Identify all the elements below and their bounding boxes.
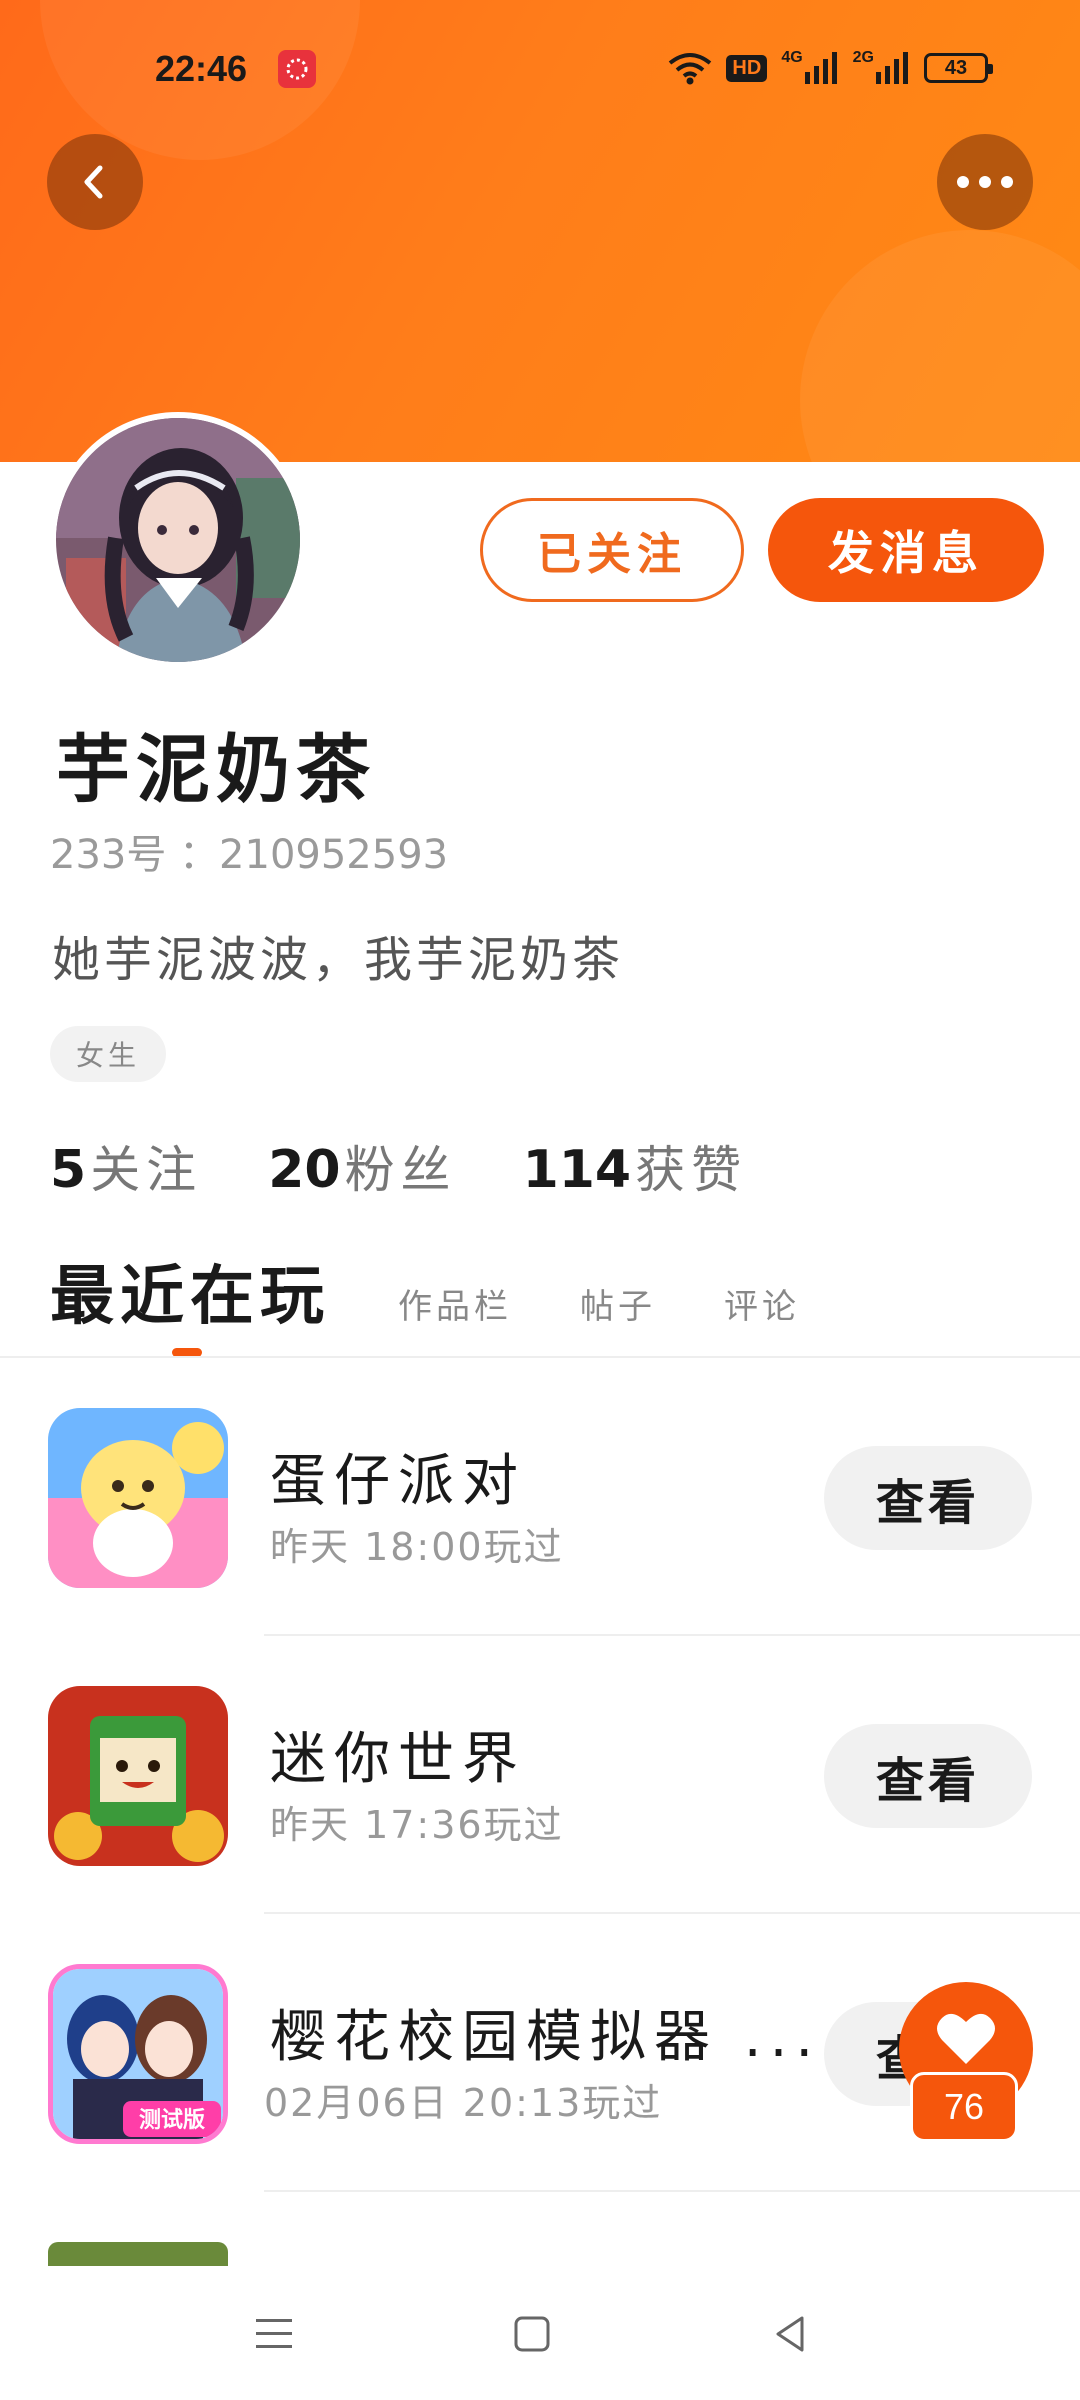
gender-tag: 女生 (50, 1026, 166, 1082)
profile-tabs: 最近在玩 作品栏 帖子 评论 (50, 1245, 800, 1337)
signal-icon: 4G (781, 48, 838, 88)
tab-comments[interactable]: 评论 (724, 1279, 800, 1328)
stat-label: 获赞 (635, 1141, 748, 1199)
hd-icon: HD (726, 48, 768, 88)
signal-icon: 2G (853, 48, 910, 88)
list-item[interactable]: 迷你世界 昨天 17:36玩过 查看 (0, 1686, 1080, 1866)
list-item[interactable]: 蛋仔派对 昨天 18:00玩过 查看 (0, 1408, 1080, 1588)
home-square-icon (514, 2316, 550, 2352)
divider (264, 1912, 1080, 1914)
view-button[interactable]: 查看 (824, 1724, 1032, 1828)
home-nav-button[interactable] (502, 2304, 562, 2364)
stat-label: 粉丝 (344, 1141, 457, 1199)
tab-posts[interactable]: 帖子 (580, 1279, 656, 1328)
back-nav-button[interactable] (760, 2304, 820, 2364)
game-last-played: 02月06日 20:13玩过 (264, 2081, 663, 2125)
profile-bio: 她芋泥波波，我芋泥奶茶 (52, 932, 625, 988)
game-icon (48, 2242, 228, 2266)
app-notification-icon (278, 50, 316, 88)
more-button[interactable] (937, 134, 1033, 230)
battery-icon: 43 (924, 48, 993, 88)
menu-nav-button[interactable] (244, 2304, 304, 2364)
game-title: 迷你世界 (270, 1727, 526, 1792)
like-count: 76 (910, 2072, 1018, 2142)
game-last-played: 昨天 18:00玩过 (270, 1525, 564, 1569)
tab-recently-played[interactable]: 最近在玩 (50, 1245, 330, 1337)
stat-following[interactable]: 5 关注 (50, 1130, 202, 1202)
stat-number: 114 (522, 1140, 632, 1200)
avatar[interactable] (50, 412, 306, 668)
game-title: 樱花校园模拟器 ... (270, 2005, 822, 2070)
chevron-left-icon (84, 165, 103, 199)
status-bar: 22:46 HD 4G 2G 43 (0, 0, 1080, 140)
game-icon (48, 1408, 228, 1588)
followed-button[interactable]: 已关注 (480, 498, 744, 602)
back-triangle-icon (776, 2316, 804, 2352)
heart-icon (937, 2013, 995, 2064)
status-time: 22:46 (155, 48, 248, 89)
view-button[interactable]: 查看 (824, 1446, 1032, 1550)
more-horizontal-icon (957, 176, 1013, 188)
stat-number: 20 (268, 1140, 341, 1200)
stat-likes[interactable]: 114 获赞 (523, 1130, 748, 1202)
stat-followers[interactable]: 20 粉丝 (268, 1130, 456, 1202)
system-nav-bar (0, 2268, 1080, 2400)
stat-label: 关注 (90, 1141, 203, 1199)
divider (264, 1634, 1080, 1636)
banner-decoration (800, 230, 1080, 462)
divider (264, 2190, 1080, 2192)
back-button[interactable] (47, 134, 143, 230)
tab-works[interactable]: 作品栏 (398, 1279, 512, 1328)
menu-icon (256, 2319, 292, 2348)
wifi-icon (668, 48, 712, 88)
profile-nickname: 芋泥奶茶 (56, 727, 376, 813)
game-title: 蛋仔派对 (270, 1449, 526, 1514)
test-version-badge: 测试版 (139, 2108, 205, 2133)
game-icon (48, 1686, 228, 1866)
game-last-played: 昨天 17:36玩过 (270, 1803, 564, 1847)
stat-number: 5 (50, 1140, 87, 1200)
profile-stats: 5 关注 20 粉丝 114 获赞 (50, 1130, 747, 1202)
send-message-button[interactable]: 发消息 (768, 498, 1044, 602)
divider (0, 1356, 1080, 1358)
game-icon: 测试版 (48, 1964, 228, 2144)
user-id: 233号 ：210952593 (50, 832, 449, 878)
